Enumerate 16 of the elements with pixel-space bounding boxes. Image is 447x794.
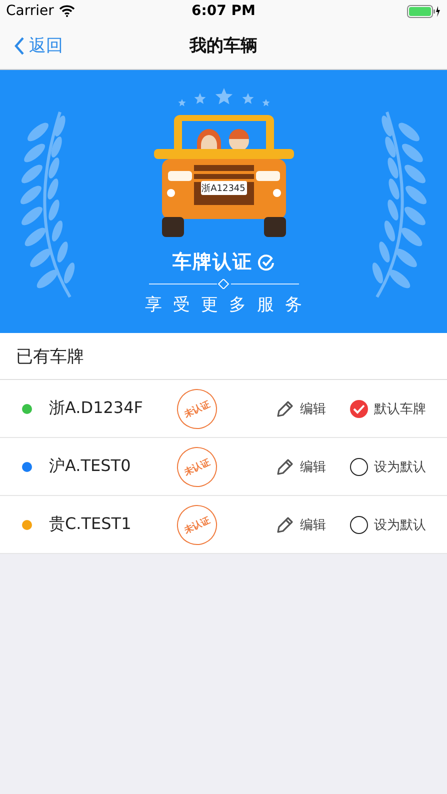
page-title: 我的车辆 — [190, 35, 258, 57]
section-title: 已有车牌 — [16, 346, 84, 368]
plate-number: 贵C.TEST1 — [49, 514, 132, 535]
edit-button[interactable]: 编辑 — [273, 454, 328, 478]
default-plate-button[interactable]: 默认车牌 — [348, 398, 428, 420]
default-plate-button[interactable]: 设为默认 — [348, 514, 428, 536]
edit-button[interactable]: 编辑 — [273, 396, 328, 420]
plate-number: 沪A.TEST0 — [49, 456, 132, 477]
carrier-label: Carrier — [6, 3, 54, 19]
status-time: 6:07 PM — [192, 3, 256, 19]
plate-number: 浙A.D1234F — [49, 398, 144, 419]
edit-button[interactable]: 编辑 — [273, 512, 328, 536]
banner-subtitle: 享受更多服务 — [145, 294, 313, 316]
banner-title: 车牌认证 — [172, 250, 252, 275]
default-plate-button[interactable]: 设为默认 — [348, 456, 428, 478]
license-plate: 浙A12345 — [200, 181, 246, 195]
